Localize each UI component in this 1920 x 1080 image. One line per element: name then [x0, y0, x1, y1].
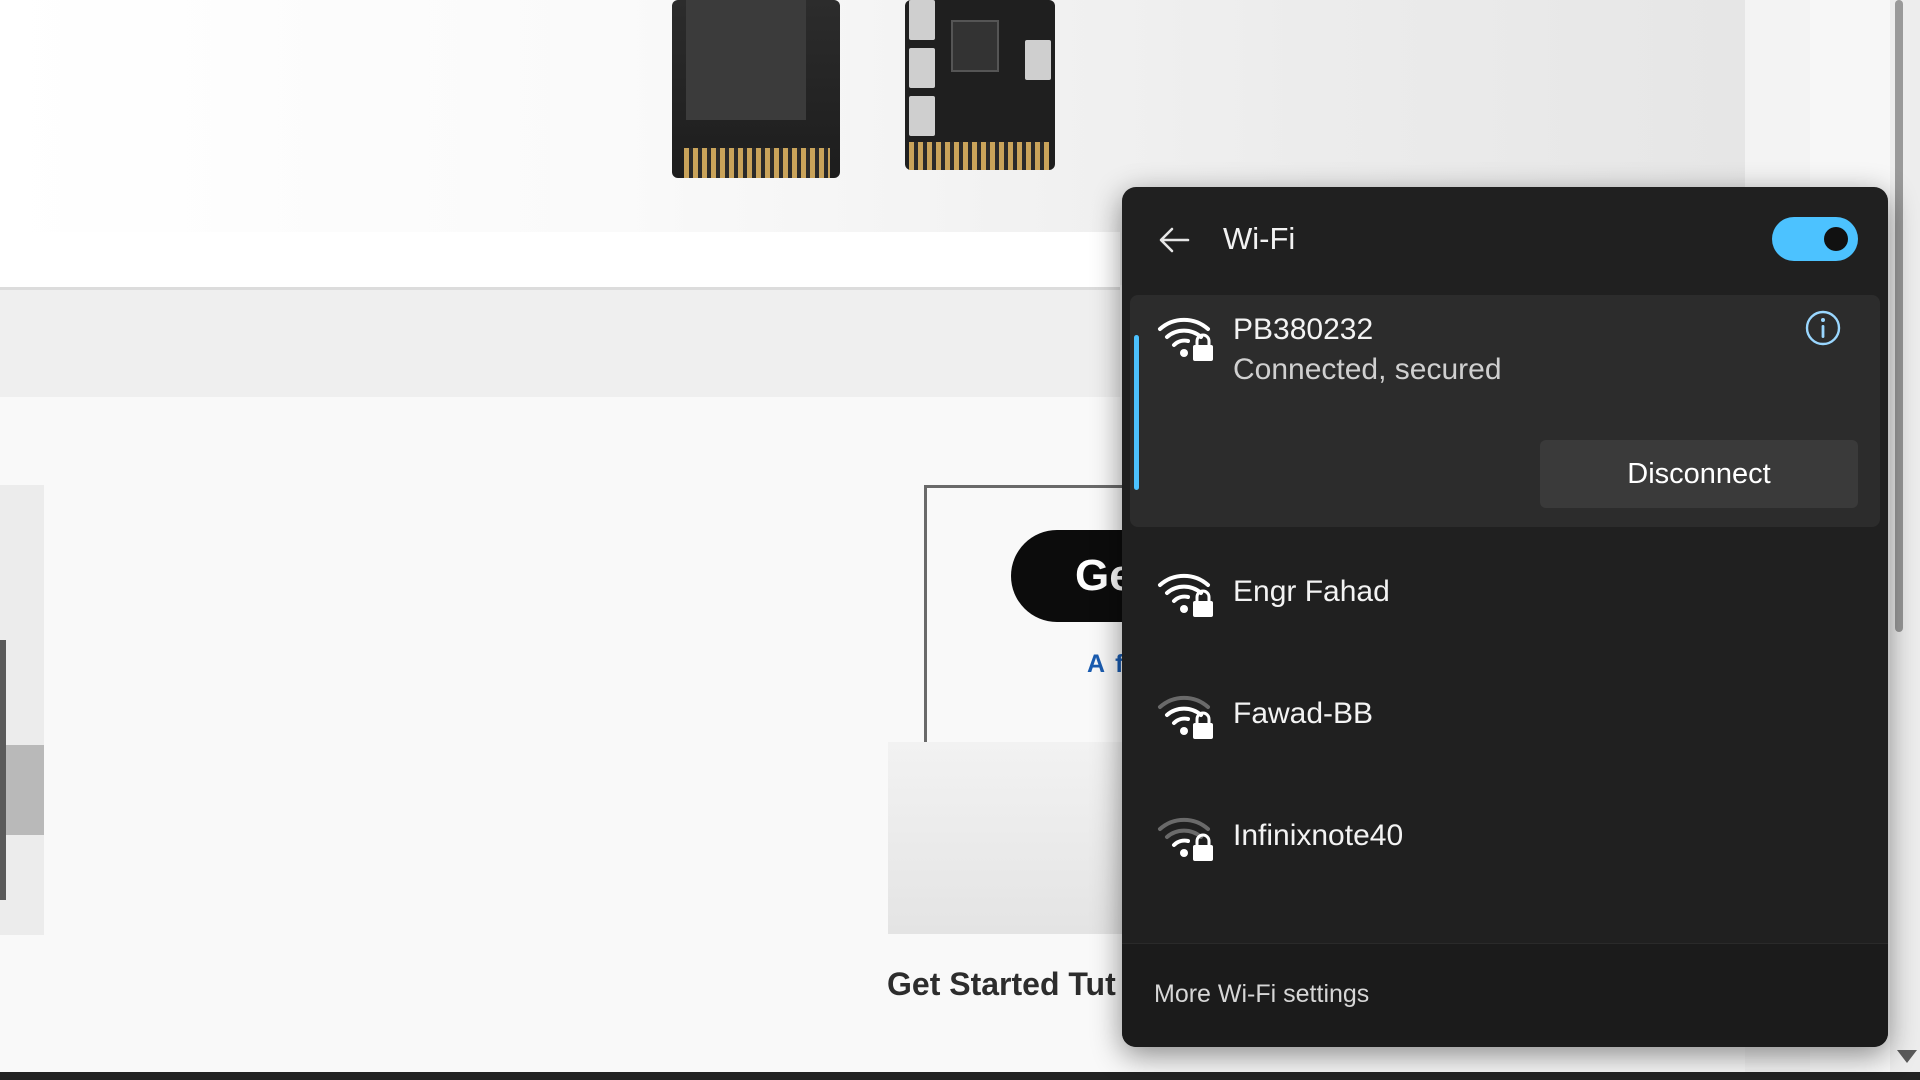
disconnect-button[interactable]: Disconnect: [1540, 440, 1858, 508]
network-name: PB380232: [1233, 313, 1374, 346]
network-status: Connected, secured: [1233, 353, 1502, 386]
wifi-secured-icon: [1158, 817, 1213, 861]
wifi-secured-icon: [1158, 695, 1213, 739]
taskbar-edge: [0, 1072, 1920, 1080]
product-image-board-display: [672, 0, 840, 178]
back-arrow-icon[interactable]: [1158, 225, 1190, 255]
network-name: Engr Fahad: [1233, 575, 1390, 608]
tutorial-title[interactable]: Get Started Tut: [887, 966, 1116, 1003]
network-name: Fawad-BB: [1233, 697, 1374, 730]
tutorial-card-image: [888, 742, 1128, 934]
network-item[interactable]: Fawad-BB: [1130, 659, 1880, 779]
wifi-title: Wi-Fi: [1223, 221, 1296, 256]
cta-link[interactable]: A f: [1087, 650, 1125, 679]
product-image-board-dev: [905, 0, 1055, 170]
selection-indicator: [1134, 335, 1139, 490]
toggle-knob: [1824, 227, 1848, 251]
wifi-flyout: Wi-Fi PB380232 Connected, secured Discon…: [1122, 187, 1888, 1047]
network-name: Infinixnote40: [1233, 819, 1404, 852]
wifi-flyout-footer: More Wi-Fi settings: [1122, 943, 1888, 1047]
scrollbar-thumb[interactable]: [1895, 0, 1903, 632]
wifi-secured-icon: [1158, 573, 1213, 617]
network-item-connected[interactable]: PB380232 Connected, secured Disconnect: [1130, 295, 1880, 527]
network-item[interactable]: Infinixnote40: [1130, 781, 1880, 901]
wifi-toggle[interactable]: [1772, 217, 1858, 261]
scroll-down-arrow-icon[interactable]: [1897, 1050, 1917, 1063]
left-card: [0, 485, 44, 935]
section-band: [0, 287, 1120, 400]
wifi-secured-icon: [1158, 317, 1213, 361]
info-icon[interactable]: [1804, 309, 1842, 347]
more-wifi-settings-link[interactable]: More Wi-Fi settings: [1154, 980, 1369, 1009]
wifi-flyout-header: Wi-Fi: [1122, 187, 1888, 292]
network-item[interactable]: Engr Fahad: [1130, 537, 1880, 657]
